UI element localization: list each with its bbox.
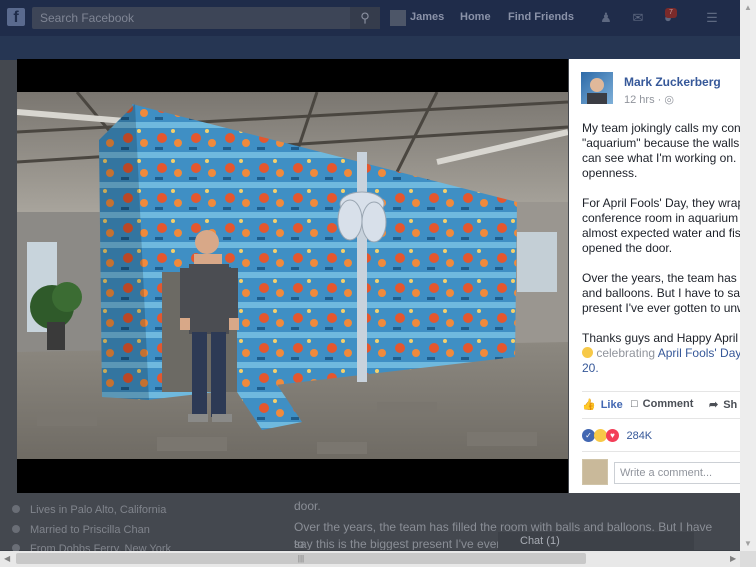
post-timestamp: 12 hrs · ◎ xyxy=(624,93,674,106)
timestamp-link[interactable]: 12 hrs xyxy=(624,94,655,106)
home-icon xyxy=(12,505,20,513)
post-paragraph-4: Thanks guys and Happy April F celebratin… xyxy=(582,331,740,375)
search-box: ⚲ xyxy=(32,7,380,29)
post-details-panel: Mark Zuckerberg 12 hrs · ◎ My team jokin… xyxy=(569,59,740,493)
horizontal-scroll-thumb[interactable]: ||| xyxy=(16,553,586,564)
photo-viewer xyxy=(17,59,568,493)
celebrating-emoji-icon xyxy=(582,347,593,358)
celebrating-event-link[interactable]: April Fools' Day xyxy=(658,346,740,360)
globe-icon: · ◎ xyxy=(657,94,674,106)
search-icon[interactable]: ⚲ xyxy=(350,7,380,29)
comment-button[interactable]: □ Comment xyxy=(631,398,693,410)
married-to-link[interactable]: Priscilla Chan xyxy=(83,524,150,536)
privacy-shortcuts-icon[interactable]: ☰ xyxy=(704,10,720,26)
post-paragraph-2: For April Fools' Day, they wrapp confere… xyxy=(582,196,740,255)
share-icon: ➦ xyxy=(709,399,719,411)
heart-icon xyxy=(12,525,20,533)
user-avatar[interactable] xyxy=(390,10,406,26)
from-link[interactable]: From Dobbs Ferry, New York xyxy=(30,543,171,551)
scroll-left-icon[interactable]: ◀ xyxy=(4,554,10,563)
love-reaction-icon: ♥ xyxy=(606,429,619,443)
divider xyxy=(582,418,740,419)
intro-lives-in: Lives in Palo Alto, California xyxy=(12,504,166,516)
reaction-count[interactable]: 284K xyxy=(626,430,652,442)
background-post-text-1: door. xyxy=(294,499,321,513)
vertical-scrollbar[interactable]: ▲ ▼ xyxy=(740,0,756,551)
scrollbar-corner xyxy=(740,551,756,567)
find-friends-link[interactable]: Find Friends xyxy=(508,11,574,23)
author-name[interactable]: Mark Zuckerberg xyxy=(624,75,721,89)
chat-tab[interactable]: Chat (1) xyxy=(498,532,694,550)
home-link[interactable]: Home xyxy=(460,11,491,23)
post-paragraph-1: My team jokingly calls my confe "aquariu… xyxy=(582,121,740,180)
notification-badge: 7 xyxy=(665,8,677,18)
intro-from: From Dobbs Ferry, New York xyxy=(12,543,171,551)
lives-in-link[interactable]: Palo Alto, California xyxy=(70,504,166,516)
profile-link[interactable]: James xyxy=(410,11,444,23)
thumbs-up-icon: 👍 xyxy=(582,399,596,411)
comment-icon: □ xyxy=(631,398,638,410)
post-paragraph-3: Over the years, the team has fill and ba… xyxy=(582,271,740,315)
intro-married-to: Married to Priscilla Chan xyxy=(12,524,150,536)
divider xyxy=(582,391,740,392)
top-navigation-bar: f ⚲ James Home Find Friends ♟ ✉ ● 7 ☰ xyxy=(0,0,756,36)
location-icon xyxy=(12,544,20,551)
commenter-avatar xyxy=(582,459,608,485)
post-text: My team jokingly calls my confe "aquariu… xyxy=(582,121,740,391)
like-button[interactable]: 👍 Like xyxy=(582,398,623,411)
facebook-logo-icon[interactable]: f xyxy=(7,8,25,26)
share-button[interactable]: ➦ Sh xyxy=(709,398,737,411)
cover-photo-strip xyxy=(0,36,740,60)
chat-label: Chat (1) xyxy=(520,535,560,547)
comment-input[interactable] xyxy=(614,462,740,484)
author-avatar[interactable] xyxy=(581,72,613,104)
scroll-up-icon[interactable]: ▲ xyxy=(744,3,752,12)
search-input[interactable] xyxy=(32,7,368,29)
friend-requests-icon[interactable]: ♟ xyxy=(598,10,614,26)
scroll-down-icon[interactable]: ▼ xyxy=(744,539,752,548)
divider xyxy=(582,451,740,452)
scroll-right-icon[interactable]: ▶ xyxy=(730,554,736,563)
messages-icon[interactable]: ✉ xyxy=(630,10,646,26)
horizontal-scrollbar[interactable]: ◀ ||| ▶ xyxy=(0,551,756,567)
post-photo[interactable] xyxy=(17,92,568,459)
reactions-summary[interactable]: ✓ ♥ 284K xyxy=(582,427,652,443)
